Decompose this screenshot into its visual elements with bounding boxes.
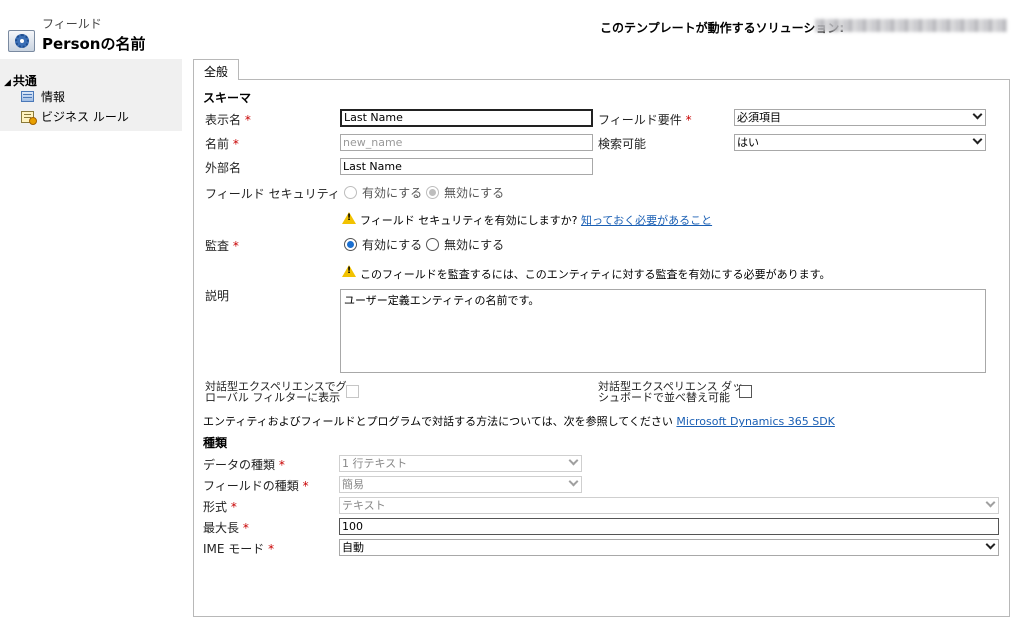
sdk-info-text: エンティティおよびフィールドとプログラムで対話する方法については、次を参照してく… xyxy=(203,415,835,428)
global-filter-label: 対話型エクスペリエンスでグ ローバル フィルターに表示 xyxy=(205,380,347,404)
field-type-label: フィールドの種類 * xyxy=(203,479,309,493)
section-type-title: 種類 xyxy=(203,436,228,450)
solution-label: このテンプレートが動作するソリューション: xyxy=(600,21,845,35)
chevron-down-icon xyxy=(972,110,983,120)
searchable-select[interactable]: はい xyxy=(734,134,986,151)
audit-disable-radio[interactable] xyxy=(426,238,439,251)
field-requirement-select[interactable]: 必須項目 xyxy=(734,109,986,126)
audit-disable-label: 無効にする xyxy=(444,238,505,252)
description-textarea[interactable]: ユーザー定義エンティティの名前です。 xyxy=(340,289,986,373)
display-name-label: 表示名 * xyxy=(205,113,251,127)
format-select[interactable]: テキスト xyxy=(339,497,999,514)
name-input[interactable]: new_name xyxy=(340,134,593,151)
audit-warning: このフィールドを監査するには、このエンティティに対する監査を有効にする必要があり… xyxy=(360,268,831,281)
gear-icon xyxy=(15,34,29,48)
know-more-link[interactable]: 知っておく必要があること xyxy=(581,214,712,227)
ime-mode-select[interactable]: 自動 xyxy=(339,539,999,556)
field-entity-icon xyxy=(8,30,35,52)
nav-item-business-rules[interactable]: ビジネス ルール xyxy=(41,108,129,125)
field-security-enable-radio[interactable] xyxy=(344,186,357,199)
ime-mode-label: IME モード * xyxy=(203,542,275,556)
field-security-warning: フィールド セキュリティを有効にしますか? 知っておく必要があること xyxy=(360,214,713,227)
audit-enable-radio[interactable] xyxy=(344,238,357,251)
warning-icon xyxy=(342,265,356,277)
searchable-label: 検索可能 xyxy=(598,137,647,151)
nav-item-info[interactable]: 情報 xyxy=(41,88,65,105)
global-filter-checkbox[interactable] xyxy=(346,385,359,398)
max-length-label: 最大長 * xyxy=(203,521,249,535)
data-type-select[interactable]: 1 行テキスト xyxy=(339,455,582,472)
page-title: Personの名前 xyxy=(42,35,146,53)
field-security-label: フィールド セキュリティ xyxy=(205,187,340,201)
info-page-icon xyxy=(21,91,34,102)
format-label: 形式 * xyxy=(203,500,237,514)
page-kind: フィールド xyxy=(42,17,102,31)
sortable-label: 対話型エクスペリエンス ダッ シュボードで並べ替え可能 xyxy=(598,380,744,404)
warning-icon xyxy=(342,212,356,224)
business-rule-icon xyxy=(21,111,37,125)
collapse-triangle-icon[interactable]: ◢ xyxy=(4,78,11,88)
chevron-down-icon xyxy=(985,540,996,550)
field-type-select[interactable]: 簡易 xyxy=(339,476,582,493)
solution-name-redacted xyxy=(815,19,1007,32)
display-name-input[interactable]: Last Name xyxy=(340,109,593,127)
data-type-label: データの種類 * xyxy=(203,458,285,472)
external-name-label: 外部名 xyxy=(205,161,242,175)
sortable-checkbox[interactable] xyxy=(739,385,752,398)
field-security-disable-radio[interactable] xyxy=(426,186,439,199)
field-requirement-label: フィールド要件 * xyxy=(598,113,692,127)
chevron-down-icon xyxy=(568,456,579,466)
audit-enable-label: 有効にする xyxy=(362,238,423,252)
field-security-enable-label: 有効にする xyxy=(362,186,423,200)
nav-section-common[interactable]: ◢ 共通 xyxy=(4,72,37,89)
chevron-down-icon xyxy=(985,498,996,508)
chevron-down-icon xyxy=(568,477,579,487)
section-schema-title: スキーマ xyxy=(203,91,252,105)
audit-label: 監査 * xyxy=(205,239,239,253)
description-label: 説明 xyxy=(205,289,230,303)
tab-general[interactable]: 全般 xyxy=(193,59,239,80)
chevron-down-icon xyxy=(972,135,983,145)
field-security-disable-label: 無効にする xyxy=(444,186,505,200)
name-label: 名前 * xyxy=(205,137,239,151)
sdk-link[interactable]: Microsoft Dynamics 365 SDK xyxy=(676,415,834,428)
max-length-input[interactable]: 100 xyxy=(339,518,999,535)
external-name-input[interactable]: Last Name xyxy=(340,158,593,175)
